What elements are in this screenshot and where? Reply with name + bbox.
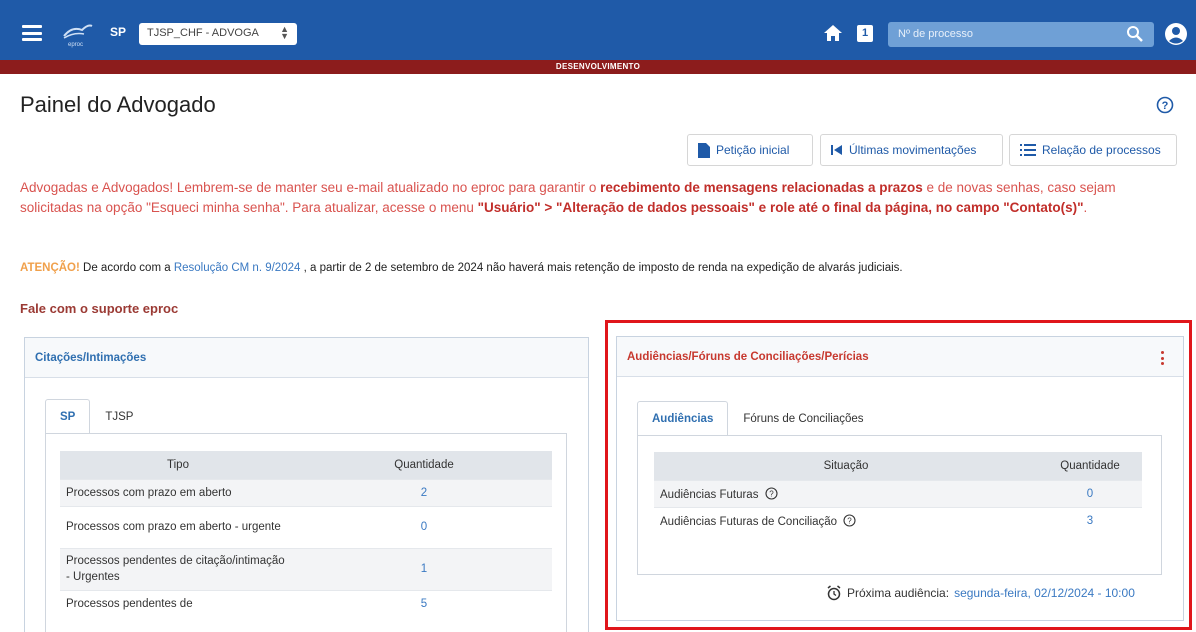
quantidade-cell: 3 bbox=[1038, 506, 1142, 534]
skip-back-icon bbox=[831, 145, 842, 155]
alarm-clock-icon bbox=[827, 585, 841, 601]
more-options-icon[interactable] bbox=[1161, 351, 1165, 368]
home-icon[interactable] bbox=[822, 22, 844, 44]
page-title: Painel do Advogado bbox=[20, 92, 216, 117]
profile-select-value: TJSP_CHF - ADVOGA bbox=[147, 27, 259, 39]
svg-text:?: ? bbox=[769, 489, 774, 498]
quantidade-link[interactable]: 2 bbox=[421, 487, 427, 499]
column-header-quantidade: Quantidade bbox=[1038, 452, 1142, 480]
tipo-cell: Processos com prazo em aberto bbox=[60, 478, 296, 506]
situacao-cell: Audiências Futuras ? bbox=[654, 479, 1038, 507]
svg-text:?: ? bbox=[1162, 100, 1169, 112]
atencao-text-1: De acordo com a bbox=[79, 262, 174, 274]
ultimas-movimentacoes-label: Últimas movimentações bbox=[849, 143, 977, 157]
quantidade-cell: 2 bbox=[296, 478, 552, 506]
relacao-processos-label: Relação de processos bbox=[1042, 143, 1161, 157]
quantidade-cell: 5 bbox=[296, 589, 552, 617]
table-row: Audiências Futuras ? 0 bbox=[654, 479, 1142, 507]
situacao-cell: Audiências Futuras de Conciliação ? bbox=[654, 506, 1038, 534]
notice-bold-1: recebimento de mensagens relacionadas a … bbox=[600, 180, 923, 195]
citacoes-table: Tipo Quantidade Processos com prazo em a… bbox=[60, 451, 552, 617]
citacoes-tab-body: Tipo Quantidade Processos com prazo em a… bbox=[45, 433, 567, 632]
relacao-processos-button[interactable]: Relação de processos bbox=[1009, 134, 1177, 166]
tipo-cell: Processos pendentes de citação/intimação… bbox=[60, 547, 296, 590]
user-icon[interactable] bbox=[1164, 22, 1188, 46]
email-notice: Advogadas e Advogados! Lembrem-se de man… bbox=[20, 178, 1180, 218]
select-arrows-icon: ▲ ▼ bbox=[280, 24, 289, 41]
tab-sp[interactable]: SP bbox=[45, 399, 91, 433]
support-link[interactable]: Fale com o suporte eproc bbox=[20, 301, 178, 316]
next-hearing-label: Próxima audiência: bbox=[847, 586, 950, 600]
help-icon[interactable]: ? bbox=[765, 486, 778, 500]
peticao-inicial-button[interactable]: Petição inicial bbox=[687, 134, 813, 166]
notice-text-3: . bbox=[1083, 200, 1088, 215]
atencao-text-2: , a partir de 2 de setembro de 2024 não … bbox=[300, 262, 903, 274]
help-icon[interactable]: ? bbox=[1156, 96, 1174, 114]
notice-text-1: Advogadas e Advogados! Lembrem-se de man… bbox=[20, 180, 601, 195]
quantidade-link[interactable]: 0 bbox=[1087, 488, 1093, 500]
resolucao-link[interactable]: Resolução CM n. 9/2024 bbox=[174, 262, 301, 274]
process-search-input[interactable]: Nº de processo bbox=[888, 22, 1154, 47]
column-header-tipo: Tipo bbox=[60, 451, 296, 479]
state-label: SP bbox=[110, 25, 127, 39]
table-row: Processos pendentes de 5 bbox=[60, 589, 552, 617]
quantidade-cell: 1 bbox=[296, 547, 552, 590]
audiencias-tabs: Audiências Fóruns de Conciliações bbox=[637, 401, 879, 435]
ultimas-movimentacoes-button[interactable]: Últimas movimentações bbox=[820, 134, 1003, 166]
audiencias-panel-title: Audiências/Fóruns de Conciliações/Períci… bbox=[617, 337, 1183, 377]
situacao-label: Audiências Futuras de Conciliação bbox=[660, 515, 838, 528]
citacoes-panel: Citações/Intimações SP TJSP Tipo Quantid… bbox=[24, 337, 589, 632]
citacoes-tabs: SP TJSP bbox=[45, 399, 148, 433]
next-hearing-value[interactable]: segunda-feira, 02/12/2024 - 10:00 bbox=[954, 586, 1135, 600]
audiencias-table: Situação Quantidade Audiências Futuras ?… bbox=[654, 452, 1142, 534]
help-icon[interactable]: ? bbox=[843, 514, 856, 527]
notification-badge[interactable]: 1 bbox=[857, 25, 873, 42]
table-row: Processos pendentes de citação/intimação… bbox=[60, 547, 552, 590]
citacoes-panel-title: Citações/Intimações bbox=[25, 338, 588, 378]
svg-text:?: ? bbox=[848, 516, 853, 525]
profile-select[interactable]: TJSP_CHF - ADVOGA ▲ ▼ bbox=[139, 23, 297, 45]
atencao-notice: ATENÇÃO! De acordo com a Resolução CM n.… bbox=[20, 262, 903, 274]
search-placeholder: Nº de processo bbox=[898, 28, 973, 40]
search-icon[interactable] bbox=[1126, 25, 1144, 43]
tab-foruns-conciliacoes[interactable]: Fóruns de Conciliações bbox=[728, 401, 878, 435]
document-icon bbox=[698, 142, 710, 158]
situacao-label: Audiências Futuras bbox=[660, 488, 759, 501]
tab-audiencias[interactable]: Audiências bbox=[637, 401, 729, 435]
tipo-cell: Processos com prazo em aberto - urgente bbox=[60, 505, 296, 548]
column-header-quantidade: Quantidade bbox=[296, 451, 552, 479]
next-hearing: Próxima audiência: segunda-feira, 02/12/… bbox=[826, 585, 1135, 601]
notice-bold-2: "Usuário" > "Alteração de dados pessoais… bbox=[477, 200, 1084, 215]
quantidade-link[interactable]: 1 bbox=[421, 563, 427, 575]
quantidade-cell: 0 bbox=[1038, 479, 1142, 507]
atencao-label: ATENÇÃO! bbox=[20, 262, 80, 274]
list-icon bbox=[1020, 143, 1036, 156]
environment-banner: DESENVOLVIMENTO bbox=[0, 60, 1196, 74]
table-row: Processos com prazo em aberto - urgente … bbox=[60, 505, 552, 548]
audiencias-tab-body: Situação Quantidade Audiências Futuras ?… bbox=[637, 435, 1162, 575]
quantidade-link[interactable]: 3 bbox=[1087, 515, 1093, 527]
table-row: Audiências Futuras de Conciliação ? 3 bbox=[654, 506, 1142, 534]
svg-text:eproc: eproc bbox=[68, 42, 83, 48]
tab-tjsp[interactable]: TJSP bbox=[90, 399, 148, 433]
eproc-logo[interactable]: eproc bbox=[60, 20, 94, 48]
table-row: Processos com prazo em aberto 2 bbox=[60, 478, 552, 506]
quantidade-link[interactable]: 0 bbox=[421, 521, 427, 533]
menu-icon[interactable] bbox=[22, 25, 42, 41]
column-header-situacao: Situação bbox=[654, 452, 1038, 480]
quantidade-cell: 0 bbox=[296, 505, 552, 548]
tipo-cell: Processos pendentes de bbox=[60, 589, 296, 617]
top-navbar: eproc SP TJSP_CHF - ADVOGA ▲ ▼ 1 Nº de pr… bbox=[0, 0, 1196, 60]
quantidade-link[interactable]: 5 bbox=[421, 598, 427, 610]
audiencias-panel: Audiências/Fóruns de Conciliações/Períci… bbox=[616, 336, 1184, 621]
peticao-inicial-label: Petição inicial bbox=[716, 143, 790, 157]
